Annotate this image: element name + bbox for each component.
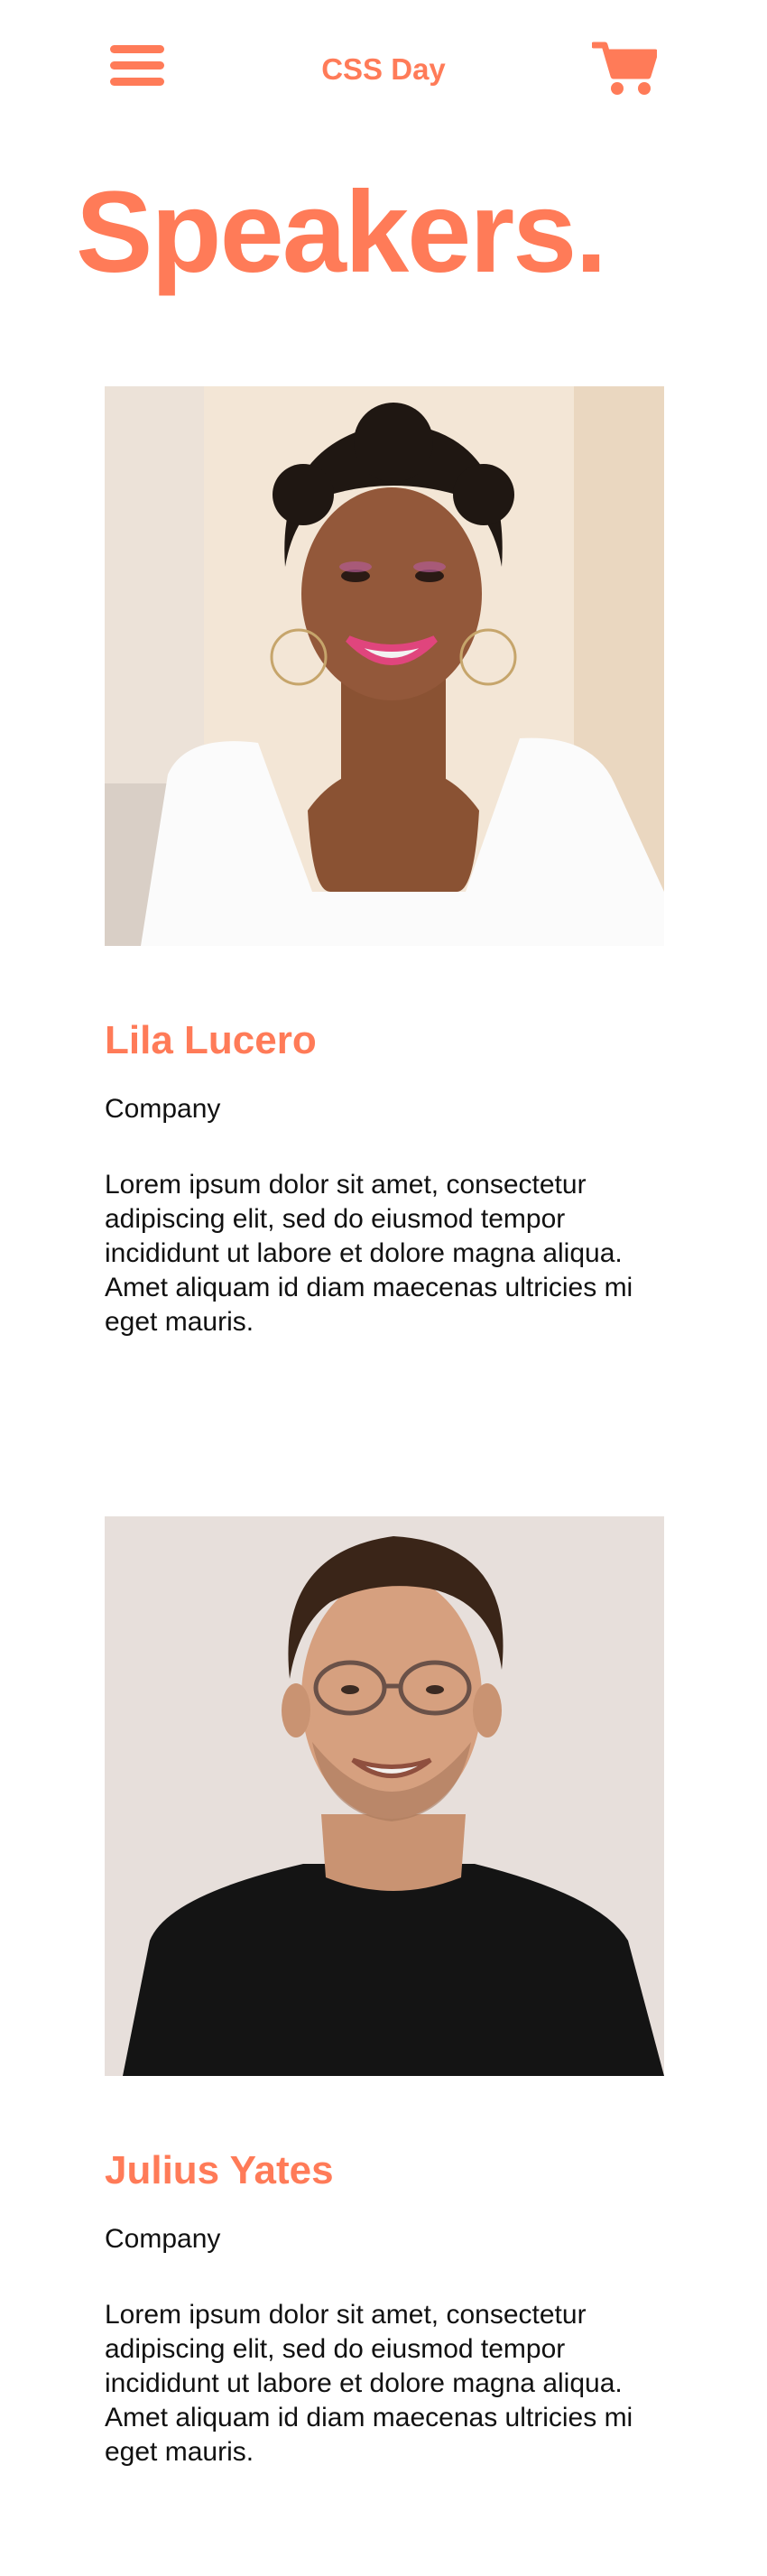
speaker-card: Lila Lucero Company Lorem ipsum dolor si… [105, 386, 664, 1339]
speaker-bio: Lorem ipsum dolor sit amet, consectetur … [105, 1170, 633, 1337]
speakers-page: CSS Day Speakers. Lila Lucero Company Lo… [0, 0, 767, 2576]
speaker-portrait-image [105, 386, 664, 946]
speaker-portrait-image [105, 1516, 664, 2076]
site-title[interactable]: CSS Day [271, 52, 496, 87]
menu-bar [110, 78, 164, 86]
speaker-company: Company [105, 1094, 221, 1124]
speaker-name: Lila Lucero [105, 1018, 317, 1062]
menu-bar [110, 45, 164, 53]
hamburger-menu-icon[interactable] [106, 40, 168, 92]
shopping-cart-icon[interactable] [590, 40, 659, 97]
page-title: Speakers. [76, 168, 607, 297]
speaker-company: Company [105, 2224, 221, 2254]
speaker-card: Julius Yates Company Lorem ipsum dolor s… [105, 1516, 664, 2469]
speaker-bio: Lorem ipsum dolor sit amet, consectetur … [105, 2300, 633, 2467]
speaker-name: Julius Yates [105, 2148, 334, 2192]
shopping-cart-icon [590, 42, 659, 95]
speaker-photo [105, 386, 664, 946]
speaker-photo [105, 1516, 664, 2076]
menu-bar [110, 61, 164, 69]
